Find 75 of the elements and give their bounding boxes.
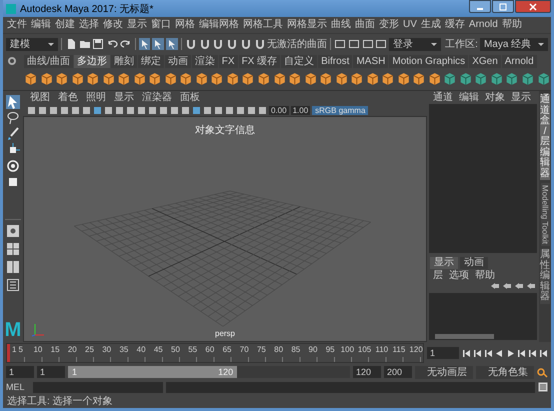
menu-item[interactable]: 变形 — [377, 18, 401, 32]
shelf-tab[interactable]: 自定义 — [281, 54, 318, 68]
channel-box-menu-item[interactable]: 对象 — [482, 92, 508, 104]
panel-menu-item[interactable]: 着色 — [55, 92, 81, 104]
live-surface-label: 无激活的曲面 — [267, 38, 328, 51]
panel-menu-item[interactable]: 照明 — [83, 92, 109, 104]
range-end-label: 120 — [218, 367, 234, 377]
panel-menu-item[interactable]: 视图 — [27, 92, 53, 104]
layer-tab[interactable]: 动画 — [460, 257, 488, 269]
menu-item[interactable]: 帮助 — [500, 18, 524, 32]
shelf-tab[interactable]: FX — [218, 54, 238, 68]
menu-item[interactable]: 文件 — [5, 18, 29, 32]
side-tab[interactable]: 通道盒/层编辑器 — [540, 94, 550, 180]
shelf-tab[interactable]: XGen — [469, 54, 501, 68]
login-dropdown[interactable]: 登录 — [389, 38, 442, 50]
playback-end-field[interactable]: 120 — [353, 366, 381, 378]
shelf-tab[interactable]: MASH — [353, 54, 388, 68]
menu-item[interactable]: 窗口 — [149, 18, 173, 32]
shelf-tab[interactable]: 动画 — [164, 54, 191, 68]
panel-menu-item[interactable]: 渲染器 — [139, 92, 175, 104]
menu-item[interactable]: 生成 — [418, 18, 443, 32]
panel-menu-item[interactable]: 显示 — [111, 92, 137, 104]
shelf-tab[interactable]: 绑定 — [138, 54, 164, 68]
shelf-tab[interactable]: 曲线/曲面 — [24, 54, 73, 68]
menu-item[interactable]: 网格显示 — [285, 18, 329, 32]
menu-item[interactable]: UV — [401, 18, 419, 32]
channel-box-menu-item[interactable]: 编辑 — [456, 92, 482, 104]
side-tab[interactable]: 属性编辑器 — [540, 249, 550, 304]
menu-item[interactable]: 编辑网格 — [197, 18, 241, 32]
color-space-dropdown[interactable]: sRGB gamma — [312, 106, 368, 114]
channel-box-menu-item[interactable]: 显示 — [508, 92, 534, 104]
mode-dropdown[interactable]: 建模 — [6, 38, 58, 50]
shelf-tab[interactable]: Bifrost — [318, 54, 352, 68]
time-slider[interactable]: 1 5 10 15 20 25 30 35 40 45 50 55 60 65 70 75 80 85 90 95 100 105 110 115 120 — [6, 343, 424, 363]
menu-item[interactable]: Arnold — [466, 18, 500, 32]
menu-item[interactable]: 曲面 — [353, 18, 377, 32]
menu-item[interactable]: 网格 — [173, 18, 197, 32]
menu-item[interactable]: 显示 — [125, 18, 149, 32]
workspace-dropdown[interactable]: Maya 经典 — [480, 38, 548, 50]
shelf-tab[interactable]: FX 缓存 — [238, 54, 280, 68]
shelf-tab[interactable]: Arnold — [502, 54, 537, 68]
menu-item[interactable]: 创建 — [53, 18, 77, 32]
channel-box-menu-item[interactable]: 通道 — [430, 92, 456, 104]
menu-item[interactable]: 缓存 — [442, 18, 467, 32]
camera-label: persp — [215, 329, 235, 338]
start-frame-field[interactable]: 1 — [6, 366, 34, 378]
exposure-field[interactable]: 0.00 — [269, 106, 289, 114]
panel-menu-item[interactable]: 面板 — [177, 92, 203, 104]
command-language[interactable]: MEL — [6, 382, 30, 392]
window-title: Autodesk Maya 2017: 无标题* — [20, 2, 154, 16]
layer-tab[interactable]: 显示 — [430, 257, 458, 269]
end-frame-field[interactable]: 200 — [384, 366, 412, 378]
layer-menu-item[interactable]: 选项 — [446, 270, 472, 282]
menu-item[interactable]: 网格工具 — [241, 18, 285, 32]
menu-item[interactable]: 选择 — [77, 18, 101, 32]
menu-item[interactable]: 曲线 — [329, 18, 353, 32]
menu-item[interactable]: 修改 — [101, 18, 125, 32]
range-start-label: 1 — [72, 367, 78, 377]
layer-menu-item[interactable]: 层 — [430, 270, 446, 282]
shelf-tab[interactable]: Motion Graphics — [389, 54, 468, 68]
maya-logo: M — [4, 320, 22, 340]
shelf-tab[interactable]: 渲染 — [192, 54, 218, 68]
character-set-dropdown[interactable]: 无角色集 — [476, 366, 534, 378]
shelf-tab[interactable]: 多边形 — [74, 54, 110, 68]
workspace-label: 工作区: — [445, 38, 478, 51]
layer-menu-item[interactable]: 帮助 — [472, 270, 498, 282]
playback-start-field[interactable]: 1 — [37, 366, 65, 378]
help-line: 选择工具: 选择一个对象 — [7, 394, 113, 408]
viewport-heading: 对象文字信息 — [195, 124, 255, 137]
menu-item[interactable]: 编辑 — [29, 18, 53, 32]
shelf-tab[interactable]: 雕刻 — [110, 54, 137, 68]
anim-layer-dropdown[interactable]: 无动画层 — [415, 366, 473, 378]
current-frame-field[interactable]: 1 — [427, 347, 459, 359]
side-tab[interactable]: Modelling Toolkit — [540, 183, 550, 246]
gamma-field[interactable]: 1.00 — [290, 106, 310, 114]
